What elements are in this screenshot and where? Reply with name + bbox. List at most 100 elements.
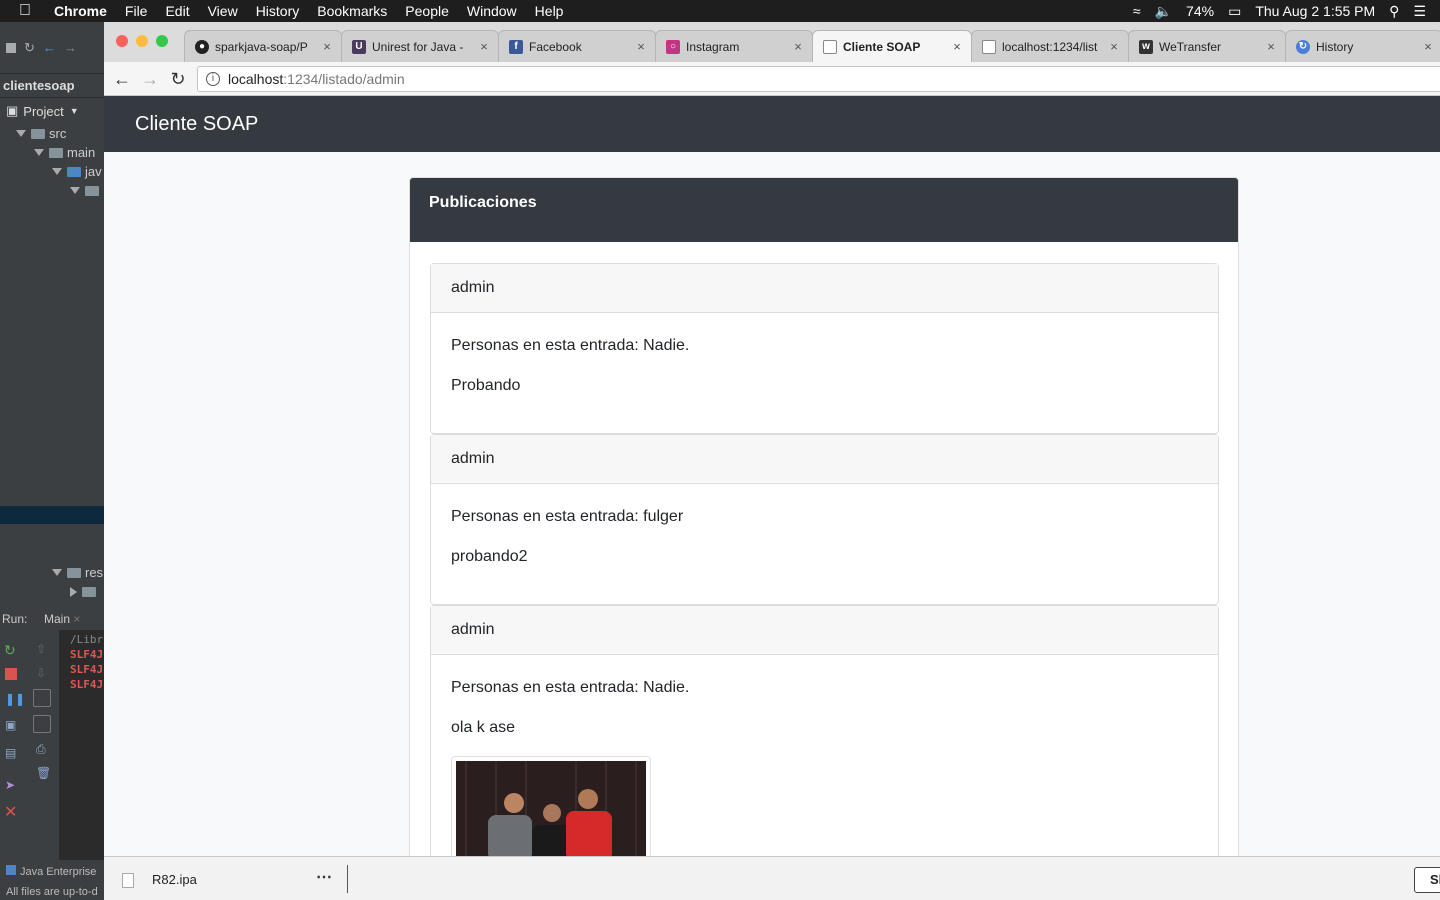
folder-icon (67, 567, 81, 578)
reload-button[interactable]: ↻ (167, 68, 189, 90)
back-arrow-icon[interactable]: ← (43, 40, 56, 55)
minimize-window-button[interactable] (136, 35, 148, 47)
show-all-button[interactable]: Sh (1414, 867, 1440, 893)
console-line: /Libr (70, 633, 104, 646)
post-card: admin Personas en esta entrada: fulger p… (430, 434, 1219, 605)
battery-icon[interactable]: ▭ (1228, 3, 1241, 20)
folder-icon (82, 586, 96, 597)
rerun-icon[interactable]: ↻ (4, 642, 16, 658)
run-tab-main[interactable]: Main × (44, 612, 80, 626)
spotlight-search-icon[interactable]: ⚲ (1389, 3, 1399, 20)
tree-item-src[interactable]: src (0, 124, 104, 143)
expand-arrow-icon[interactable] (70, 187, 80, 194)
browser-toolbar: ← → ↻ i localhost:1234/listado/admin ☆ (104, 62, 1440, 96)
shelf-divider (347, 865, 348, 893)
folder-icon (67, 166, 81, 177)
menu-people[interactable]: People (405, 3, 449, 19)
close-tab-icon[interactable]: × (319, 39, 335, 54)
status-message: All files are up-to-d (6, 886, 98, 898)
close-tab-icon[interactable]: × (1106, 39, 1122, 54)
post-text: Probando (451, 377, 521, 394)
volume-icon[interactable]: 🔈 (1155, 3, 1172, 20)
trash-icon[interactable]: 🗑 (36, 766, 51, 780)
zoom-window-button[interactable] (156, 35, 168, 47)
close-tab-icon[interactable]: × (633, 39, 649, 54)
apple-icon[interactable]:  (19, 2, 37, 20)
wifi-icon[interactable]: ≈ (1133, 3, 1141, 19)
address-bar[interactable]: i localhost:1234/listado/admin ☆ (197, 66, 1440, 92)
close-tab-icon[interactable]: × (949, 39, 965, 54)
post-image-thumbnail[interactable] (451, 756, 651, 856)
menu-view[interactable]: View (208, 3, 238, 19)
back-button[interactable]: ← (111, 68, 133, 90)
down-arrow-icon[interactable]: ⇩ (36, 666, 48, 680)
chevron-down-icon: ▼ (69, 106, 79, 116)
expand-arrow-icon[interactable] (52, 168, 62, 175)
save-icon[interactable] (6, 42, 16, 53)
battery-status[interactable]: 74% (1186, 3, 1214, 19)
menu-window[interactable]: Window (467, 3, 517, 19)
tab-title: WeTransfer (1159, 39, 1222, 54)
close-tab-icon[interactable]: × (1420, 39, 1436, 54)
menu-file[interactable]: File (125, 3, 148, 19)
info-icon[interactable]: i (206, 72, 220, 86)
print-icon[interactable]: ⎙ (36, 742, 48, 756)
download-filename[interactable]: R82.ipa (152, 872, 197, 887)
sync-icon[interactable]: ↻ (24, 40, 35, 56)
menu-edit[interactable]: Edit (165, 3, 189, 19)
soft-wrap-icon[interactable] (33, 689, 51, 707)
menu-history[interactable]: History (256, 3, 300, 19)
tab-wetransfer[interactable]: w WeTransfer × (1128, 30, 1286, 62)
run-tab-label: Main (44, 612, 71, 626)
menu-bookmarks[interactable]: Bookmarks (317, 3, 387, 19)
close-tab-icon[interactable]: × (1263, 39, 1279, 54)
expand-arrow-icon[interactable] (16, 130, 26, 137)
tab-title: Cliente SOAP (843, 39, 921, 54)
ide-project-selector[interactable]: ▣ Project ▼ (0, 98, 104, 124)
close-tab-icon[interactable]: × (790, 39, 806, 54)
tab-history[interactable]: ↻ History × (1285, 30, 1440, 62)
scroll-to-end-icon[interactable] (33, 715, 51, 733)
tree-item-resources[interactable]: res (0, 563, 103, 582)
forward-button[interactable]: → (139, 68, 161, 90)
tab-localhost-list[interactable]: localhost:1234/list × (971, 30, 1129, 62)
ide-breadcrumb[interactable]: clientesoap (0, 74, 104, 98)
notification-center-icon[interactable]: ☰ (1413, 3, 1426, 20)
close-icon[interactable]: × (73, 612, 80, 626)
tab-cliente-soap[interactable]: Cliente SOAP × (812, 30, 972, 62)
download-options-button[interactable]: ⋯ (316, 867, 332, 887)
menu-help[interactable]: Help (535, 3, 564, 19)
pause-icon[interactable]: ❚❚ (5, 692, 25, 706)
tree-item-main[interactable]: main (0, 143, 104, 162)
collapse-arrow-icon[interactable] (70, 586, 77, 597)
tab-unirest[interactable]: U Unirest for Java - × (341, 30, 499, 62)
navbar-brand[interactable]: Cliente SOAP (135, 113, 258, 136)
tree-item-subfolder[interactable] (0, 582, 100, 601)
java-enterprise-tab[interactable]: Java Enterprise (6, 862, 104, 882)
ide-breadcrumb-label: clientesoap (3, 78, 75, 93)
expand-arrow-icon[interactable] (34, 149, 44, 156)
layout-icon[interactable]: ▤ (5, 746, 17, 760)
menu-app-chrome[interactable]: Chrome (54, 3, 107, 19)
tab-instagram[interactable]: ○ Instagram × (655, 30, 813, 62)
forward-arrow-icon[interactable]: → (64, 40, 77, 55)
close-tab-icon[interactable]: × (476, 39, 492, 54)
tab-sparkjava-soap[interactable]: ● sparkjava-soap/P × (184, 30, 342, 62)
tab-facebook[interactable]: f Facebook × (498, 30, 656, 62)
clock[interactable]: Thu Aug 2 1:55 PM (1255, 3, 1375, 19)
stop-icon[interactable] (5, 668, 17, 680)
close-run-icon[interactable]: ✕ (4, 802, 17, 821)
pin-icon[interactable]: ➤ (5, 778, 17, 792)
tree-item-package[interactable] (0, 181, 104, 200)
tree-item-java[interactable]: jav (0, 162, 104, 181)
project-view-icon: ▣ (6, 103, 19, 118)
run-console: /Libr SLF4J SLF4J SLF4J (60, 630, 104, 860)
close-window-button[interactable] (116, 35, 128, 47)
expand-arrow-icon[interactable] (52, 569, 62, 576)
console-line: SLF4J (70, 678, 104, 691)
project-label: Project (23, 103, 64, 119)
up-arrow-icon[interactable]: ⇧ (36, 642, 48, 656)
run-toolbar: ↻ ⇧ ⇩ ❚❚ ▣ ⎙ ▤ 🗑 ➤ ✕ (0, 630, 60, 860)
publications-card: Publicaciones admin Personas en esta ent… (409, 177, 1239, 856)
camera-icon[interactable]: ▣ (5, 718, 17, 732)
